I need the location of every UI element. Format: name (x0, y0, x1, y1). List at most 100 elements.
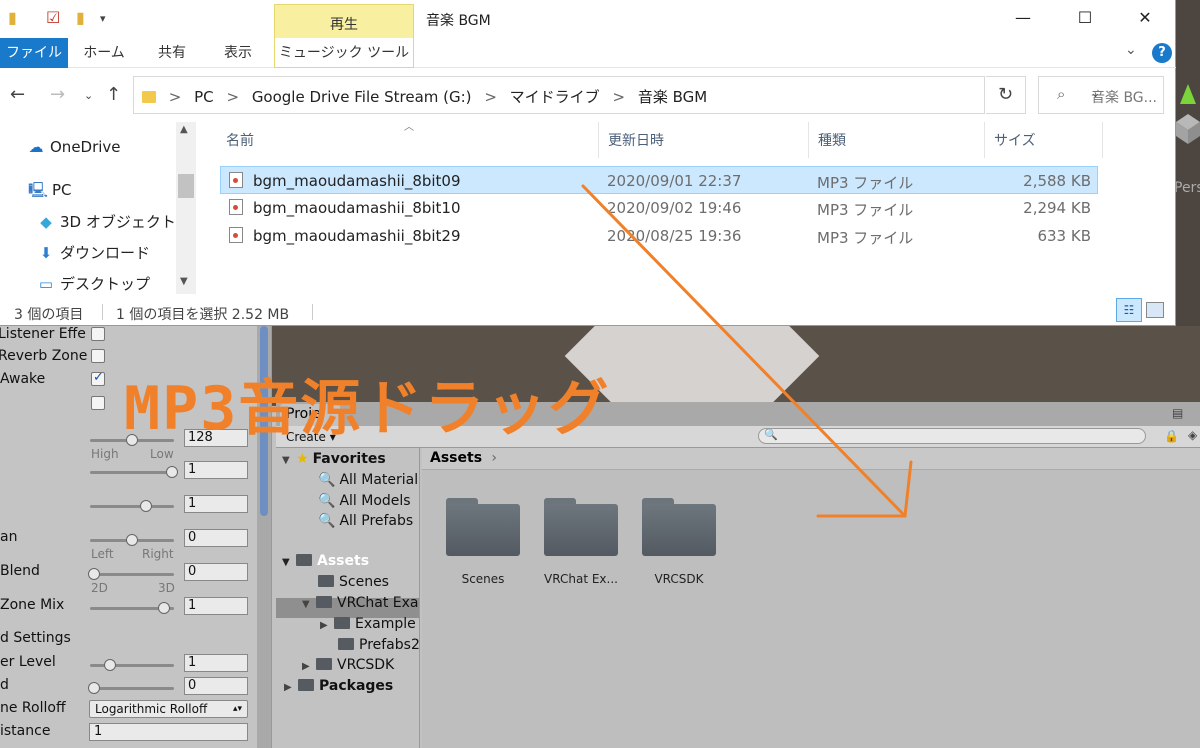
recent-locations-icon[interactable]: ⌄ (84, 89, 93, 102)
large-icons-view-button[interactable] (1146, 302, 1164, 318)
slider-thumb[interactable] (104, 659, 116, 671)
slider-thumb[interactable] (88, 568, 100, 580)
help-button[interactable]: ? (1152, 43, 1172, 63)
column-divider[interactable] (808, 122, 809, 158)
slider-thumb[interactable] (88, 682, 100, 694)
stereo-pan-slider[interactable] (90, 534, 174, 546)
forward-button[interactable]: → (50, 84, 65, 105)
tab-music-tools[interactable]: ミュージック ツール (274, 38, 414, 68)
properties-icon[interactable]: ☑ (46, 8, 60, 27)
tree-all-models[interactable]: 🔍 All Models (318, 493, 411, 513)
breadcrumb-pc[interactable]: PC (194, 88, 214, 106)
expand-triangle-icon[interactable]: ▼ (282, 455, 296, 466)
maximize-button[interactable]: ☐ (1062, 4, 1108, 32)
nav-item-downloads[interactable]: ⬇ ダウンロード (36, 242, 150, 263)
spatial-blend-value[interactable]: 0 (184, 563, 248, 581)
slider-thumb[interactable] (126, 534, 138, 546)
tree-assets[interactable]: ▼ Assets (282, 553, 369, 573)
tree-all-prefabs[interactable]: 🔍 All Prefabs (318, 513, 413, 533)
scrollbar-thumb[interactable] (178, 174, 194, 198)
play-on-awake-checkbox[interactable] (91, 370, 105, 386)
volume-value[interactable]: 1 (184, 461, 248, 479)
project-search-input[interactable]: 🔍 (758, 428, 1146, 444)
column-header-size[interactable]: サイズ (994, 130, 1036, 150)
tab-file[interactable]: ファイル (0, 38, 68, 68)
tab-view[interactable]: 表示 (210, 38, 266, 68)
reverb-zone-checkbox[interactable] (91, 349, 105, 363)
spatial-blend-slider[interactable] (88, 568, 174, 580)
file-row[interactable]: bgm_maoudamashii_8bit10 2020/09/02 19:46… (220, 194, 1098, 222)
listener-effects-checkbox[interactable] (91, 327, 105, 341)
slider-thumb[interactable] (140, 500, 152, 512)
tab-home[interactable]: ホーム (76, 38, 132, 68)
nav-item-onedrive[interactable]: ☁ OneDrive (26, 138, 121, 156)
pitch-slider[interactable] (90, 500, 174, 512)
tree-examples[interactable]: ▶ Example (320, 616, 416, 636)
expand-triangle-icon[interactable]: ▼ (282, 557, 296, 568)
filter-icon[interactable]: ◈ (1188, 428, 1197, 442)
file-row[interactable]: bgm_maoudamashii_8bit29 2020/08/25 19:36… (220, 222, 1098, 250)
refresh-button[interactable]: ↻ (986, 76, 1026, 114)
column-header-modified[interactable]: 更新日時 (608, 130, 664, 150)
scroll-up-icon[interactable]: ▲ (180, 124, 188, 135)
pitch-value[interactable]: 1 (184, 495, 248, 513)
slider-thumb[interactable] (158, 602, 170, 614)
up-button[interactable]: ↑ (106, 84, 121, 105)
details-view-button[interactable]: ☷ (1116, 298, 1142, 322)
lock-icon[interactable]: 🔒 (1164, 429, 1179, 443)
breadcrumb-assets[interactable]: Assets (430, 450, 482, 466)
breadcrumb-my-drive[interactable]: マイドライブ (510, 88, 600, 106)
loop-checkbox[interactable] (91, 396, 105, 410)
address-bar[interactable]: > PC > Google Drive File Stream (G:) > マ… (133, 76, 1101, 114)
expand-triangle-icon[interactable]: ▼ (302, 599, 316, 610)
asset-folder-scenes[interactable]: Scenes (438, 498, 528, 586)
tree-vrchat-examples[interactable]: ▼ VRChat Exa (302, 595, 418, 615)
tree-packages[interactable]: ▶ Packages (284, 678, 393, 698)
tree-vrcsdk[interactable]: ▶ VRCSDK (302, 657, 394, 677)
expand-triangle-icon[interactable]: ▶ (284, 682, 298, 693)
tab-share[interactable]: 共有 (144, 38, 200, 68)
volume-rolloff-dropdown[interactable]: Logarithmic Rolloff ▴▾ (89, 700, 248, 718)
tree-favorites[interactable]: ▼ ★ Favorites (282, 451, 386, 471)
breadcrumb-music-bgm[interactable]: 音楽 BGM (638, 88, 707, 106)
asset-folder-vrchat-examples[interactable]: VRChat Ex... (536, 498, 626, 586)
spread-value[interactable]: 0 (184, 677, 248, 695)
panel-menu-icon[interactable]: ▤ (1172, 406, 1183, 420)
breadcrumb-google-drive[interactable]: Google Drive File Stream (G:) (252, 88, 472, 106)
expand-triangle-icon[interactable]: ▶ (302, 661, 316, 672)
tree-prefabs2[interactable]: Prefabs2 (338, 637, 419, 657)
expand-ribbon-icon[interactable]: ⌄ (1125, 42, 1137, 58)
column-divider[interactable] (1102, 122, 1103, 158)
tree-all-materials[interactable]: 🔍 All Material (318, 472, 418, 492)
column-header-type[interactable]: 種類 (818, 130, 846, 150)
expand-triangle-icon[interactable]: ▶ (320, 620, 334, 631)
column-divider[interactable] (984, 122, 985, 158)
close-button[interactable]: ✕ (1122, 4, 1168, 32)
slider-thumb[interactable] (166, 466, 178, 478)
doppler-level-slider[interactable] (90, 659, 174, 671)
scroll-down-icon[interactable]: ▼ (180, 276, 188, 287)
reverb-zone-mix-slider[interactable] (90, 602, 174, 614)
tree-scenes[interactable]: Scenes (318, 574, 389, 594)
nav-item-3d-objects[interactable]: ◆ 3D オブジェクト (36, 211, 176, 232)
search-input[interactable]: ⌕ 音楽 BG... (1038, 76, 1164, 114)
doppler-level-value[interactable]: 1 (184, 654, 248, 672)
minimize-button[interactable]: — (1000, 4, 1046, 32)
file-row[interactable]: bgm_maoudamashii_8bit09 2020/09/01 22:37… (220, 166, 1098, 194)
nav-pane-scrollbar[interactable]: ▲ ▼ (176, 122, 196, 294)
nav-item-pc[interactable]: 🖳 PC (28, 180, 72, 205)
column-divider[interactable] (598, 122, 599, 158)
new-folder-icon[interactable]: ▮ (76, 8, 85, 27)
reverb-zone-mix-value[interactable]: 1 (184, 597, 248, 615)
customize-quick-access-icon[interactable]: ▾ (100, 12, 106, 25)
spread-slider[interactable] (88, 682, 174, 694)
min-distance-value[interactable]: 1 (89, 723, 248, 741)
volume-slider[interactable] (90, 466, 178, 478)
asset-folder-vrcsdk[interactable]: VRCSDK (634, 498, 724, 586)
back-button[interactable]: ← (10, 84, 25, 105)
scene-gizmo-icon[interactable] (1176, 84, 1200, 154)
sound-settings-label[interactable]: d Settings (0, 630, 71, 646)
column-header-name[interactable]: 名前 (226, 130, 254, 150)
project-assets-view[interactable]: Assets › Scenes VRChat Ex... VRCSDK (422, 448, 1200, 748)
stereo-pan-value[interactable]: 0 (184, 529, 248, 547)
